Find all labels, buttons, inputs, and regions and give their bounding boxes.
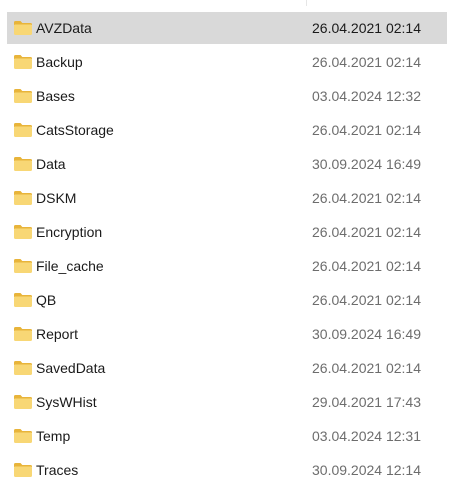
date-modified: 26.04.2021 02:14 [312,258,421,274]
date-modified: 29.04.2021 17:43 [312,394,421,410]
date-modified: 26.04.2021 02:14 [312,54,421,70]
file-name: QB [36,292,57,308]
file-row[interactable]: SysWHist 29.04.2021 17:43 [7,386,447,418]
date-modified: 30.09.2024 16:49 [312,326,421,342]
file-name: CatsStorage [36,122,114,138]
file-row[interactable]: Report 30.09.2024 16:49 [7,318,447,350]
folder-icon [14,429,32,443]
folder-icon [14,157,32,171]
file-row[interactable]: Temp 03.04.2024 12:31 [7,420,447,452]
date-modified: 30.09.2024 12:14 [312,462,421,478]
folder-icon [14,55,32,69]
folder-icon [14,293,32,307]
file-row[interactable]: Data 30.09.2024 16:49 [7,148,447,180]
file-row[interactable]: Bases 03.04.2024 12:32 [7,80,447,112]
date-modified: 03.04.2024 12:32 [312,88,421,104]
file-name: Traces [36,462,79,478]
folder-icon [14,123,32,137]
folder-icon [14,225,32,239]
file-name: File_cache [36,258,104,274]
file-name: Bases [36,88,75,104]
file-name: AVZData [36,20,92,36]
file-name: DSKM [36,190,77,206]
date-modified: 26.04.2021 02:14 [312,122,421,138]
file-name: SavedData [36,360,106,376]
folder-icon [14,361,32,375]
folder-icon [14,463,32,477]
file-name: Data [36,156,66,172]
folder-icon [14,89,32,103]
folder-icon [14,21,32,35]
file-name: SysWHist [36,394,97,410]
file-row[interactable]: Backup 26.04.2021 02:14 [7,46,447,78]
date-modified: 26.04.2021 02:14 [312,224,421,240]
date-modified: 26.04.2021 02:14 [312,20,421,36]
date-modified: 26.04.2021 02:14 [312,190,421,206]
folder-icon [14,395,32,409]
file-row[interactable]: Traces 30.09.2024 12:14 [7,454,447,486]
file-row[interactable]: AVZData 26.04.2021 02:14 [7,12,447,44]
date-modified: 26.04.2021 02:14 [312,292,421,308]
file-row[interactable]: QB 26.04.2021 02:14 [7,284,447,316]
date-modified: 03.04.2024 12:31 [312,428,421,444]
file-name: Report [36,326,79,342]
folder-icon [14,327,32,341]
date-modified: 26.04.2021 02:14 [312,360,421,376]
file-name: Temp [36,428,71,444]
folder-icon [14,259,32,273]
file-row[interactable]: SavedData 26.04.2021 02:14 [7,352,447,384]
date-modified: 30.09.2024 16:49 [312,156,421,172]
file-row[interactable]: Encryption 26.04.2021 02:14 [7,216,447,248]
file-name: Backup [36,54,83,70]
file-row[interactable]: CatsStorage 26.04.2021 02:14 [7,114,447,146]
file-row[interactable]: File_cache 26.04.2021 02:14 [7,250,447,282]
file-list: AVZData 26.04.2021 02:14 Backup 26.04.20… [0,0,463,500]
file-row[interactable]: DSKM 26.04.2021 02:14 [7,182,447,214]
file-name: Encryption [36,224,103,240]
folder-icon [14,191,32,205]
column-divider [306,0,307,6]
